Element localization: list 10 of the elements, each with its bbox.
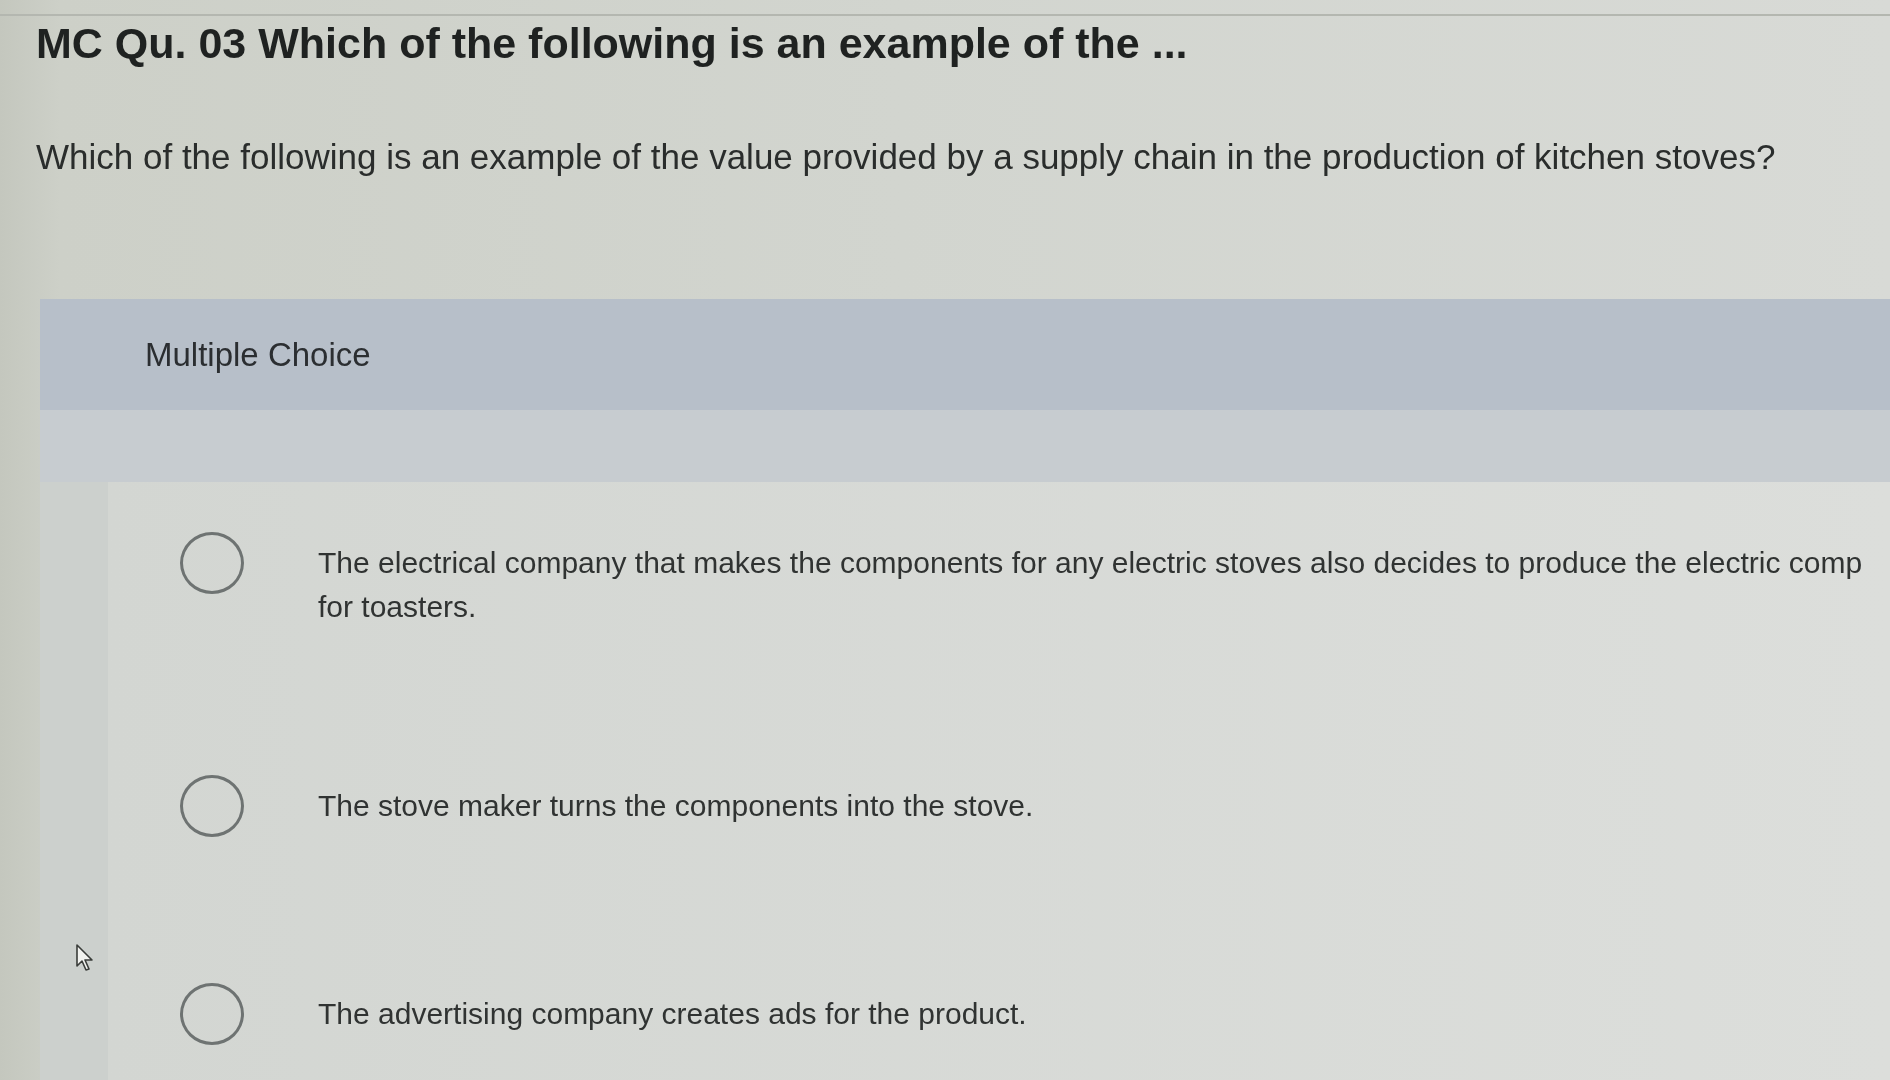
mouse-cursor-icon: [76, 944, 96, 972]
answer-type-label: Multiple Choice: [145, 335, 371, 374]
option-text: The advertising company creates ads for the product.: [318, 996, 1027, 1032]
radio-button[interactable]: [180, 775, 244, 837]
radio-button[interactable]: [180, 532, 244, 594]
radio-button[interactable]: [180, 983, 244, 1045]
option-text: The electrical company that makes the components for any electric stoves also decides to produce the electric comp for toasters.: [318, 545, 1863, 625]
question-text: Which of the following is an example of the value provided by a supply chain in the production of kitchen stoves?: [36, 136, 1776, 178]
option-text: The stove maker turns the components into the stove.: [318, 788, 1034, 824]
question-title: MC Qu. 03 Which of the following is an example of the ...: [36, 18, 1188, 68]
